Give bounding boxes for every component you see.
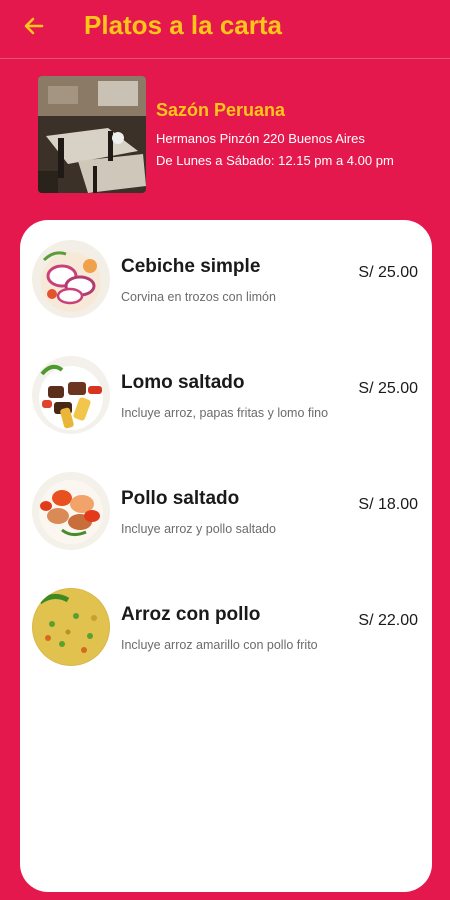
restaurant-address: Hermanos Pinzón 220 Buenos Aires [156, 131, 365, 146]
dish-description: Incluye arroz, papas fritas y lomo fino [121, 406, 329, 420]
header-divider [0, 58, 450, 59]
dish-description: Incluye arroz amarillo con pollo frito [121, 638, 318, 652]
dish-photo [32, 472, 110, 550]
back-button[interactable] [20, 12, 48, 40]
dish-description: Corvina en trozos con limón [121, 290, 276, 304]
menu-card: Cebiche simple Corvina en trozos con lim… [20, 220, 432, 892]
arrow-left-icon [24, 17, 44, 35]
list-item[interactable]: Lomo saltado Incluye arroz, papas fritas… [20, 356, 432, 436]
list-item[interactable]: Cebiche simple Corvina en trozos con lim… [20, 240, 432, 320]
dish-name: Lomo saltado [121, 372, 245, 393]
list-item[interactable]: Arroz con pollo Incluye arroz amarillo c… [20, 588, 432, 668]
dish-photo [32, 356, 110, 434]
restaurant-photo [38, 76, 146, 193]
dish-photo [32, 588, 110, 666]
dish-price: S/ 25.00 [358, 380, 418, 397]
restaurant-info: Sazón Peruana Hermanos Pinzón 220 Buenos… [38, 76, 438, 196]
app-bar: Platos a la carta [0, 0, 450, 56]
dish-name: Cebiche simple [121, 256, 261, 277]
restaurant-hours: De Lunes a Sábado: 12.15 pm a 4.00 pm [156, 153, 394, 168]
dish-price: S/ 22.00 [358, 612, 418, 629]
dish-name: Pollo saltado [121, 488, 240, 509]
page-title: Platos a la carta [84, 10, 282, 40]
dish-name: Arroz con pollo [121, 604, 261, 625]
dish-photo [32, 240, 110, 318]
restaurant-name: Sazón Peruana [156, 100, 286, 120]
dish-description: Incluye arroz y pollo saltado [121, 522, 276, 536]
dish-price: S/ 18.00 [358, 496, 418, 513]
dish-price: S/ 25.00 [358, 264, 418, 281]
list-item[interactable]: Pollo saltado Incluye arroz y pollo salt… [20, 472, 432, 552]
